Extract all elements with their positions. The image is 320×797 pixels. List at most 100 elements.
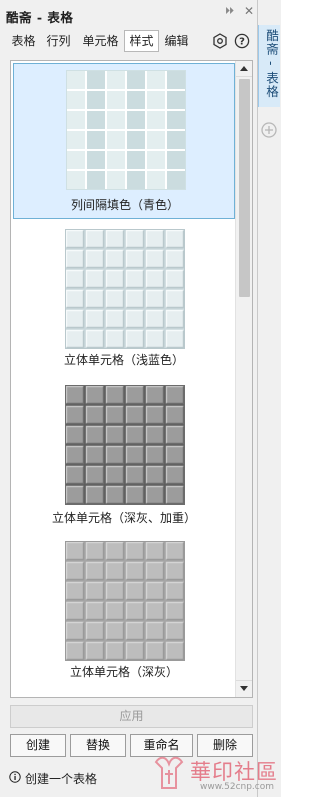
- thumbnail-cell: [146, 386, 164, 404]
- tab-cells[interactable]: 单元格: [78, 30, 123, 52]
- panel-title: 酷斋 - 表格: [6, 10, 74, 25]
- thumbnail-cell: [67, 171, 85, 189]
- thumbnail-cell: [127, 151, 145, 169]
- scroll-down-button[interactable]: [236, 680, 252, 696]
- style-item-cyan-column[interactable]: 列间隔填色（青色）: [13, 63, 235, 219]
- thumbnail-cell: [166, 542, 184, 560]
- thumbnail-cell: [127, 171, 145, 189]
- thumbnail-cell: [126, 602, 144, 620]
- thumbnail-cell: [106, 426, 124, 444]
- thumbnail-cell: [106, 270, 124, 288]
- dock-strip: 酷斋 - 表格: [258, 0, 281, 797]
- thumbnail-cell: [166, 622, 184, 640]
- thumbnail-cell: [167, 91, 185, 109]
- scroll-up-arrow-icon: [240, 66, 248, 71]
- style-list[interactable]: 列间隔填色（青色） 立体单元格（浅蓝色） 立体单元格（深灰、加重） 立体单元格（…: [10, 60, 253, 698]
- tab-style[interactable]: 样式: [124, 30, 159, 52]
- thumbnail-cell: [146, 330, 164, 348]
- thumbnail-cell: [106, 622, 124, 640]
- thumbnail-cell: [66, 642, 84, 660]
- thumbnail-cell: [126, 446, 144, 464]
- style-thumbnail-svg: [66, 70, 186, 190]
- dock-tab-label: 酷斋 - 表格: [264, 29, 279, 99]
- thumbnail-cell: [66, 426, 84, 444]
- tab-bar: 表格 行列 单元格 样式 编辑 ?: [6, 30, 254, 54]
- thumbnail-cell: [147, 111, 165, 129]
- thumbnail-cell: [146, 310, 164, 328]
- thumbnail-cell: [126, 290, 144, 308]
- watermark-url: www.52cnp.com: [200, 782, 275, 792]
- thumbnail-cell: [146, 562, 164, 580]
- thumbnail-cell: [126, 542, 144, 560]
- thumbnail-cell: [126, 230, 144, 248]
- thumbnail-cell: [126, 250, 144, 268]
- style-thumbnail: [65, 541, 185, 661]
- tab-table[interactable]: 表格: [8, 30, 39, 52]
- thumbnail-cell: [146, 486, 164, 504]
- apply-button[interactable]: 应用: [10, 705, 253, 728]
- scroll-down-arrow-icon: [240, 686, 248, 691]
- thumbnail-cell: [126, 330, 144, 348]
- thumbnail-cell: [167, 131, 185, 149]
- scroll-thumb[interactable]: [239, 79, 250, 297]
- thumbnail-cell: [106, 542, 124, 560]
- style-thumbnail-svg: [65, 229, 185, 349]
- thumbnail-cell: [146, 466, 164, 484]
- dock-tab-table-panel[interactable]: 酷斋 - 表格: [258, 25, 280, 107]
- thumbnail-cell: [166, 486, 184, 504]
- thumbnail-cell: [126, 406, 144, 424]
- thumbnail-cell: [127, 91, 145, 109]
- style-item-raised-dark-gray[interactable]: 立体单元格（深灰）: [13, 535, 235, 685]
- thumbnail-cell: [66, 562, 84, 580]
- thumbnail-cell: [66, 230, 84, 248]
- thumbnail-cell: [107, 111, 125, 129]
- thumbnail-cell: [86, 562, 104, 580]
- style-thumbnail: [65, 385, 185, 505]
- watermark: 華印社區 www.52cnp.com: [150, 752, 281, 797]
- thumbnail-cell: [147, 71, 165, 89]
- tab-edit[interactable]: 编辑: [161, 30, 192, 52]
- style-item-raised-light-blue[interactable]: 立体单元格（浅蓝色）: [13, 223, 235, 373]
- thumbnail-cell: [107, 171, 125, 189]
- thumbnail-cell: [166, 230, 184, 248]
- thumbnail-cell: [86, 310, 104, 328]
- thumbnail-cell: [166, 330, 184, 348]
- thumbnail-cell: [86, 466, 104, 484]
- thumbnail-cell: [126, 582, 144, 600]
- thumbnail-cell: [66, 250, 84, 268]
- thumbnail-cell: [66, 386, 84, 404]
- thumbnail-cell: [167, 71, 185, 89]
- thumbnail-cell: [86, 330, 104, 348]
- thumbnail-cell: [166, 386, 184, 404]
- thumbnail-cell: [127, 111, 145, 129]
- thumbnail-cell: [106, 486, 124, 504]
- thumbnail-cell: [126, 310, 144, 328]
- style-thumbnail: [66, 70, 186, 190]
- help-icon[interactable]: ?: [234, 33, 250, 49]
- vertical-scrollbar[interactable]: [235, 61, 252, 697]
- replace-button[interactable]: 替换: [70, 734, 126, 757]
- thumbnail-cell: [126, 466, 144, 484]
- table-style-panel: 酷斋 - 表格 ⏵⏵ ✕ 表格 行列 单元格 样式 编辑 ? 列间隔填色（青色）…: [0, 0, 258, 797]
- thumbnail-cell: [146, 542, 164, 560]
- thumbnail-cell: [106, 386, 124, 404]
- thumbnail-cell: [86, 446, 104, 464]
- scroll-up-button[interactable]: [236, 61, 252, 77]
- thumbnail-cell: [147, 91, 165, 109]
- thumbnail-cell: [106, 250, 124, 268]
- thumbnail-cell: [146, 622, 164, 640]
- thumbnail-cell: [106, 602, 124, 620]
- create-button[interactable]: 创建: [10, 734, 66, 757]
- close-icon[interactable]: ✕: [244, 4, 254, 18]
- style-item-raised-dark-gray-bold[interactable]: 立体单元格（深灰、加重）: [13, 379, 235, 529]
- plus-circle-icon[interactable]: [261, 122, 277, 138]
- thumbnail-cell: [67, 71, 85, 89]
- collapse-panel-icon[interactable]: ⏵⏵: [225, 6, 234, 17]
- thumbnail-cell: [166, 290, 184, 308]
- thumbnail-cell: [106, 562, 124, 580]
- thumbnail-cell: [126, 562, 144, 580]
- settings-hexagon-icon[interactable]: [212, 33, 228, 49]
- tab-rows-columns[interactable]: 行列: [43, 30, 74, 52]
- thumbnail-cell: [66, 602, 84, 620]
- thumbnail-cell: [126, 486, 144, 504]
